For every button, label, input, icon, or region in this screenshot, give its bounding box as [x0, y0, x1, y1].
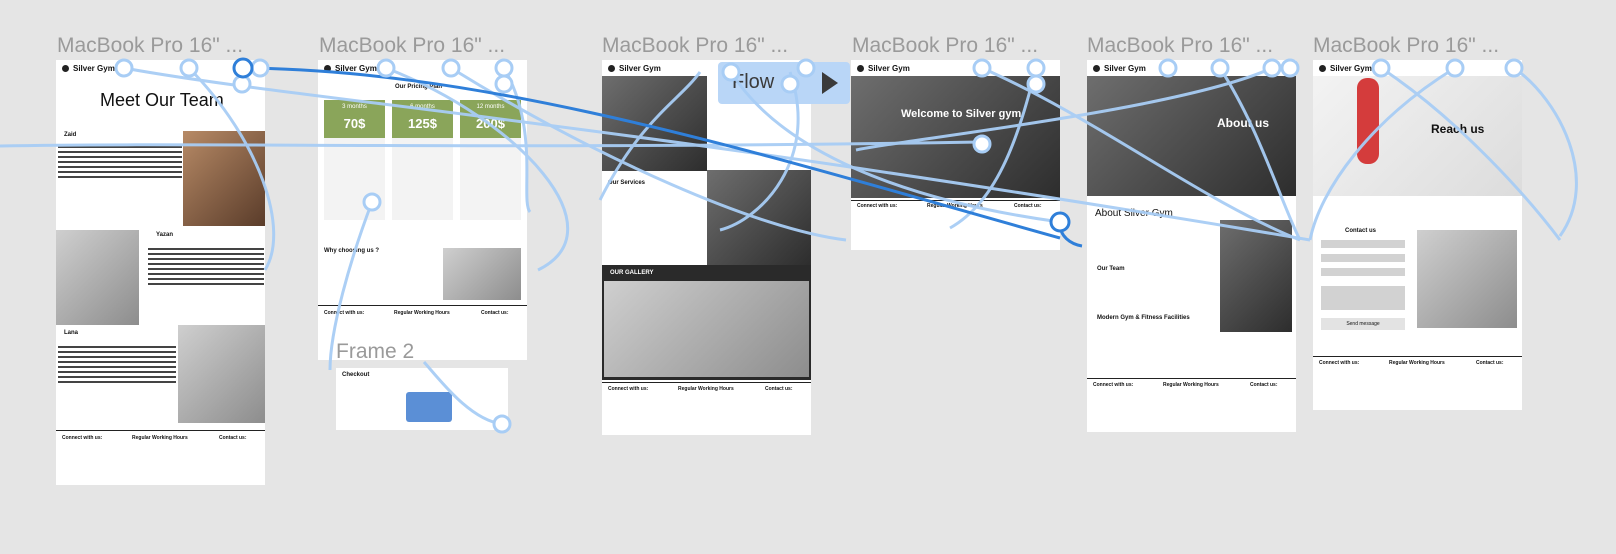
member-name: Yazan: [156, 232, 174, 238]
member-photo: [178, 325, 265, 423]
contact-frame[interactable]: Silver Gym Reach us Contact us Send mess…: [1313, 60, 1522, 410]
footer-connect: Connect with us:: [324, 310, 365, 316]
plan-duration: 12 months: [476, 104, 505, 110]
map-image: [1417, 230, 1517, 328]
brand-name: Silver Gym: [1330, 63, 1372, 73]
name-field[interactable]: [1321, 240, 1405, 248]
footer-contact: Contact us:: [765, 386, 793, 392]
frame-title-pricing[interactable]: MacBook Pro 16" ...: [319, 34, 505, 58]
footer-contact: Contact us:: [481, 310, 509, 316]
why-heading: Why choosing us ?: [324, 248, 379, 254]
footer-connect: Connect with us:: [608, 386, 649, 392]
brand-name: Silver Gym: [619, 63, 661, 73]
pricing-frame[interactable]: Silver Gym Our Pricing Plan 3 months 70$ …: [318, 60, 527, 360]
footer-hours: Regular Working Hours: [1163, 382, 1219, 388]
phone-icon: [1357, 78, 1379, 164]
footer-connect: Connect with us:: [1319, 360, 1360, 366]
footer-hours: Regular Working Hours: [132, 435, 188, 441]
logo-icon: [1319, 64, 1326, 72]
footer-contact: Contact us:: [219, 435, 247, 441]
logo-icon: [62, 64, 69, 72]
price-card[interactable]: 6 months 125$: [392, 100, 453, 220]
play-icon: [822, 72, 838, 94]
team-heading: Meet Our Team: [100, 90, 224, 110]
frame2-title[interactable]: Frame 2: [336, 340, 414, 364]
about-photo: [1220, 220, 1292, 332]
brand-name: Silver Gym: [73, 63, 115, 73]
message-field[interactable]: [1321, 286, 1405, 310]
why-photo: [443, 248, 521, 300]
gallery-section: OUR GALLERY: [602, 265, 811, 380]
brand-name: Silver Gym: [868, 63, 910, 73]
member-name: Zaid: [64, 132, 77, 138]
about-frame[interactable]: Silver Gym About us About Silver Gym Our…: [1087, 60, 1296, 432]
footer-connect: Connect with us:: [857, 203, 898, 209]
team-subheading: Our Team: [1097, 266, 1125, 272]
facilities-heading: Modern Gym & Fitness Facilities: [1097, 315, 1190, 321]
hero-title: About us: [1217, 116, 1269, 130]
services-heading: Our Services: [608, 180, 646, 186]
frame-title-team[interactable]: MacBook Pro 16" ...: [57, 34, 243, 58]
phone-field[interactable]: [1321, 268, 1405, 276]
footer-connect: Connect with us:: [1093, 382, 1134, 388]
member-name: Lana: [64, 330, 79, 336]
logo-icon: [1093, 64, 1100, 72]
checkout-heading: Checkout: [342, 372, 370, 378]
checkout-frame[interactable]: Checkout: [336, 368, 508, 430]
hero-title: Welcome to Silver gym: [901, 108, 1022, 120]
gallery-heading: OUR GALLERY: [610, 270, 654, 276]
member-photo: [56, 230, 139, 325]
nav-bar: Silver Gym: [1313, 60, 1522, 76]
hero-photo: [602, 76, 707, 171]
brand-name: Silver Gym: [1104, 63, 1146, 73]
credit-card-icon: [406, 392, 452, 422]
plan-price: 125$: [408, 116, 437, 131]
footer-connect: Connect with us:: [62, 435, 103, 441]
frame-title-about[interactable]: MacBook Pro 16" ...: [1087, 34, 1273, 58]
logo-icon: [857, 64, 864, 72]
footer-hours: Regular Working Hours: [394, 310, 450, 316]
plan-duration: 3 months: [342, 104, 367, 110]
plan-price: 70$: [343, 116, 366, 131]
frame-title-welcome[interactable]: MacBook Pro 16" ...: [852, 34, 1038, 58]
logo-icon: [608, 64, 615, 72]
contact-heading: Contact us: [1345, 228, 1377, 234]
footer-contact: Contact us:: [1014, 203, 1042, 209]
frame-title-home[interactable]: MacBook Pro 16" ...: [602, 34, 788, 58]
footer-hours: Regular Working Hours: [678, 386, 734, 392]
send-message-button[interactable]: Send message: [1321, 318, 1405, 330]
home-frame[interactable]: Silver Gym Our Services OUR GALLERY Conn…: [602, 60, 811, 435]
email-field[interactable]: [1321, 254, 1405, 262]
footer-contact: Contact us:: [1250, 382, 1278, 388]
footer-hours: Regular Working Hours: [1389, 360, 1445, 366]
frame-title-contact[interactable]: MacBook Pro 16" ...: [1313, 34, 1499, 58]
footer-contact: Contact us:: [1476, 360, 1504, 366]
brand-name: Silver Gym: [335, 63, 377, 73]
